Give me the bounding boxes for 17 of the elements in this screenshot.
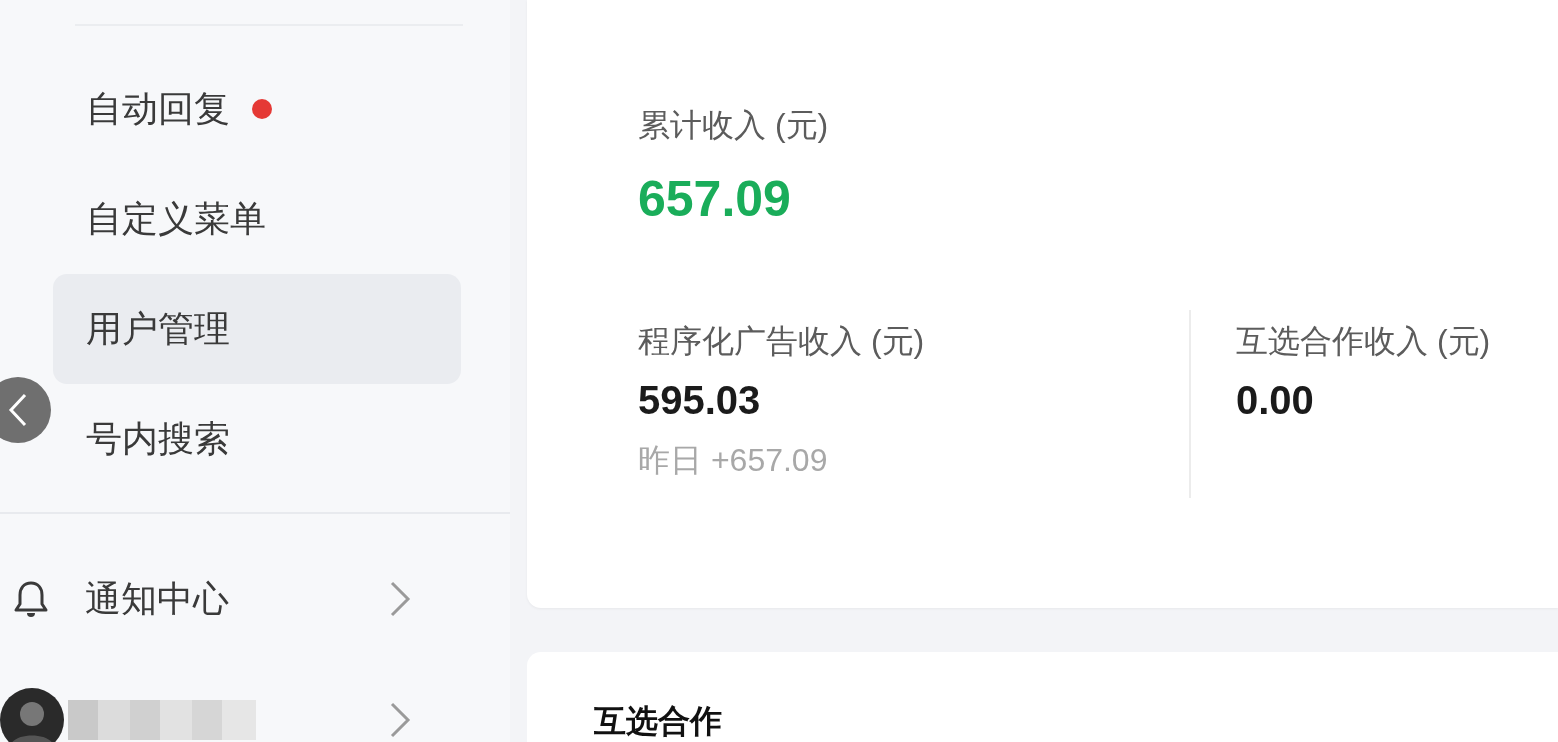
chevron-left-icon <box>7 392 29 428</box>
chevron-right-icon[interactable] <box>388 579 412 619</box>
sidebar-item[interactable]: 号内搜索 <box>53 384 461 494</box>
notification-center-label[interactable]: 通知中心 <box>85 574 388 624</box>
income-label: 互选合作收入 (元) <box>1236 322 1491 361</box>
total-income-label: 累计收入 (元) <box>638 106 829 145</box>
total-income-value: 657.09 <box>638 170 791 228</box>
yesterday-change: 昨日 +657.09 <box>638 441 828 480</box>
avatar[interactable] <box>0 688 64 742</box>
income-label: 程序化广告收入 (元) <box>638 322 925 361</box>
sidebar-item[interactable]: 用户管理 <box>53 274 461 384</box>
income-value: 0.00 <box>1236 378 1314 423</box>
income-value: 595.03 <box>638 378 761 423</box>
chevron-right-icon[interactable] <box>388 700 412 740</box>
sidebar-item[interactable]: 自动回复 <box>53 54 461 164</box>
section-title: 互选合作 <box>594 702 722 741</box>
sidebar-item[interactable]: 自定义菜单 <box>53 164 461 274</box>
